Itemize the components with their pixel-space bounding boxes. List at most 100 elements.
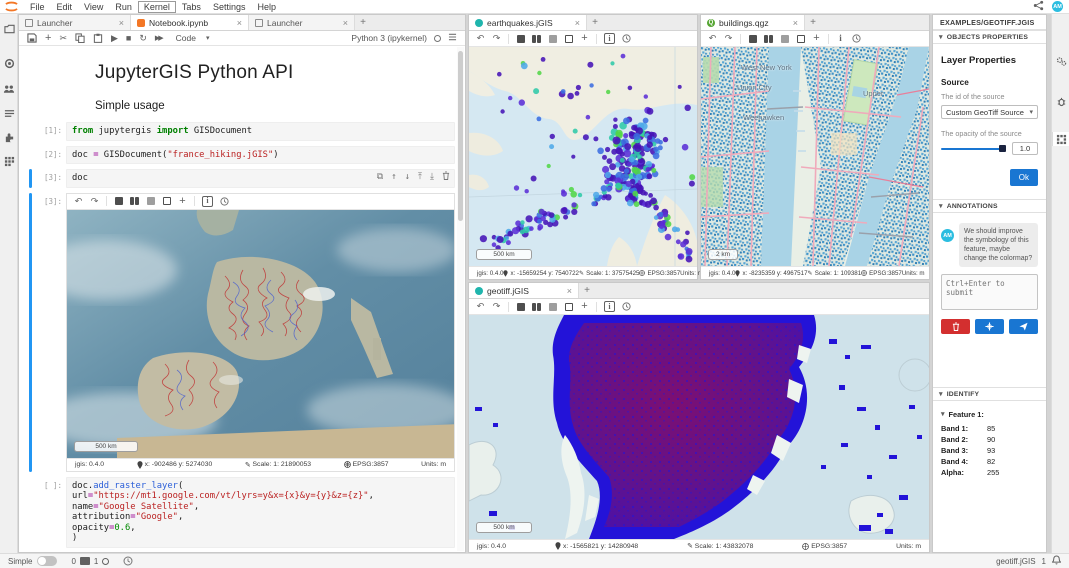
source-select[interactable]: Custom GeoTiff Source ▾	[941, 105, 1038, 119]
simple-mode-toggle[interactable]	[37, 556, 57, 566]
tab-notebook[interactable]: Notebook.ipynb ×	[131, 15, 249, 30]
temporal-controller-icon[interactable]	[622, 302, 631, 311]
buildings-map[interactable]: West New YorkUnion CityWeehawkenUpper 2 …	[701, 47, 929, 266]
close-icon[interactable]: ×	[793, 18, 798, 28]
notebook-scrollbar[interactable]	[457, 47, 464, 551]
menu-item[interactable]: Settings	[207, 1, 252, 13]
vector-layer-icon[interactable]	[516, 303, 525, 311]
add-layer-icon[interactable]: +	[812, 33, 821, 44]
menu-item[interactable]: Kernel	[138, 1, 176, 13]
bell-icon[interactable]	[1052, 555, 1061, 567]
close-icon[interactable]: ×	[343, 18, 348, 28]
share-icon[interactable]	[1033, 0, 1044, 16]
slider-handle[interactable]	[999, 145, 1006, 152]
stop-icon[interactable]: ■	[126, 33, 131, 43]
code-cell-3[interactable]: [3]: doc ⧉ ↑ ↓ ⤒ ⤓	[19, 169, 455, 188]
insert-cell-below-icon[interactable]: ⤓	[430, 172, 434, 183]
close-icon[interactable]: ×	[567, 286, 572, 296]
vector-layer-icon[interactable]	[748, 35, 757, 43]
add-layer-icon[interactable]: +	[178, 196, 187, 207]
code-cell-1[interactable]: [1]: from jupytergis import GISDocument	[19, 122, 455, 141]
move-cell-down-icon[interactable]: ↓	[405, 172, 410, 183]
tab-launcher-1[interactable]: Launcher ×	[19, 15, 131, 30]
notebook-menu-icon[interactable]	[448, 33, 457, 43]
user-avatar[interactable]: AM	[1052, 1, 1063, 12]
menu-item[interactable]: Tabs	[176, 1, 207, 13]
code-cell-raster[interactable]: [ ]: doc.add_raster_layer( url="https://…	[19, 477, 455, 548]
redo-icon[interactable]: ↷	[492, 302, 501, 311]
menu-item[interactable]: Edit	[51, 1, 79, 13]
tab-geotiff[interactable]: geotiff.jGIS ×	[469, 283, 579, 298]
terminal-icon[interactable]	[80, 557, 90, 565]
vector-layer-icon[interactable]	[516, 35, 525, 43]
basemap-gallery-icon[interactable]	[532, 35, 541, 43]
tab-earthquakes[interactable]: earthquakes.jGIS ×	[469, 15, 587, 30]
menu-item[interactable]: View	[78, 1, 109, 13]
basemap-gallery-icon[interactable]	[532, 303, 541, 311]
identify-section[interactable]: ▾ IDENTIFY	[933, 387, 1046, 401]
tab-buildings[interactable]: Q buildings.qgz ×	[701, 15, 805, 30]
property-inspector-icon[interactable]	[1054, 54, 1068, 68]
restart-kernel-icon[interactable]: ↻	[139, 33, 147, 44]
delete-annotation-button[interactable]	[941, 319, 970, 334]
move-cell-up-icon[interactable]: ↑	[391, 172, 396, 183]
add-layer-icon[interactable]: +	[580, 33, 589, 44]
close-icon[interactable]: ×	[575, 18, 580, 28]
basemap-gallery-icon[interactable]	[130, 197, 139, 205]
insert-cell-icon[interactable]: +	[45, 32, 51, 44]
earthquakes-map[interactable]: 500 km	[469, 47, 697, 266]
close-icon[interactable]: ×	[119, 18, 124, 28]
insert-cell-above-icon[interactable]: ⤒	[418, 172, 422, 183]
undo-icon[interactable]: ↶	[476, 302, 485, 311]
identify-icon[interactable]: i	[604, 301, 615, 312]
delete-cell-icon[interactable]	[442, 171, 450, 184]
temporal-controller-icon[interactable]	[220, 197, 229, 206]
opacity-slider[interactable]	[941, 145, 1006, 153]
cell-editor[interactable]: doc ⧉ ↑ ↓ ⤒ ⤓	[66, 169, 455, 188]
identify-icon[interactable]: i	[202, 196, 213, 207]
temporal-controller-icon[interactable]	[852, 34, 861, 43]
new-tab-button[interactable]: +	[587, 15, 603, 30]
history-icon[interactable]	[123, 556, 133, 566]
debugger-icon[interactable]	[1054, 94, 1068, 108]
duplicate-cell-icon[interactable]: ⧉	[377, 172, 383, 183]
output-collapser[interactable]	[29, 193, 32, 472]
running-kernels-icon[interactable]	[2, 56, 16, 70]
active-document-label[interactable]: geotiff.jGIS	[996, 557, 1035, 566]
new-tab-button[interactable]: +	[355, 15, 371, 30]
feature-header[interactable]: ▾ Feature 1:	[941, 410, 1038, 419]
cell-type-select[interactable]: Code ▾	[176, 33, 210, 43]
undo-icon[interactable]: ↶	[708, 34, 717, 43]
run-icon[interactable]: ▶	[111, 33, 118, 44]
raster-layer-icon[interactable]	[548, 35, 557, 43]
geotiff-map[interactable]: 500 km	[469, 315, 929, 539]
undo-icon[interactable]: ↶	[476, 34, 485, 43]
raster-layer-icon[interactable]	[146, 197, 155, 205]
new-tab-button[interactable]: +	[579, 283, 595, 298]
redo-icon[interactable]: ↷	[724, 34, 733, 43]
zoom-extent-icon[interactable]	[564, 35, 573, 43]
gis-layers-icon[interactable]	[2, 154, 16, 168]
cut-icon[interactable]: ✂	[59, 33, 67, 44]
code-cell-2[interactable]: [2]: doc = GISDocument("france_hiking.jG…	[19, 146, 455, 165]
raster-layer-icon[interactable]	[780, 35, 789, 43]
center-annotation-button[interactable]	[975, 319, 1004, 334]
redo-icon[interactable]: ↷	[492, 34, 501, 43]
restart-run-all-icon[interactable]: ▶▶	[155, 34, 162, 42]
table-of-contents-icon[interactable]	[2, 106, 16, 120]
add-layer-icon[interactable]: +	[580, 301, 589, 312]
identify-icon[interactable]: i	[604, 33, 615, 44]
menu-item[interactable]: Help	[251, 1, 282, 13]
menu-item[interactable]: File	[24, 1, 51, 13]
zoom-extent-icon[interactable]	[796, 35, 805, 43]
copy-icon[interactable]	[75, 33, 85, 43]
gis-panel-icon[interactable]	[1052, 132, 1069, 146]
basemap-gallery-icon[interactable]	[764, 35, 773, 43]
menu-item[interactable]: Run	[109, 1, 138, 13]
kernel-name[interactable]: Python 3 (ipykernel)	[351, 33, 427, 43]
cell-editor[interactable]: doc = GISDocument("france_hiking.jGIS")	[66, 146, 455, 165]
objects-properties-section[interactable]: ▾ OBJECTS PROPERTIES	[933, 30, 1046, 44]
zoom-extent-icon[interactable]	[162, 197, 171, 205]
send-annotation-button[interactable]	[1009, 319, 1038, 334]
save-icon[interactable]	[27, 33, 37, 43]
